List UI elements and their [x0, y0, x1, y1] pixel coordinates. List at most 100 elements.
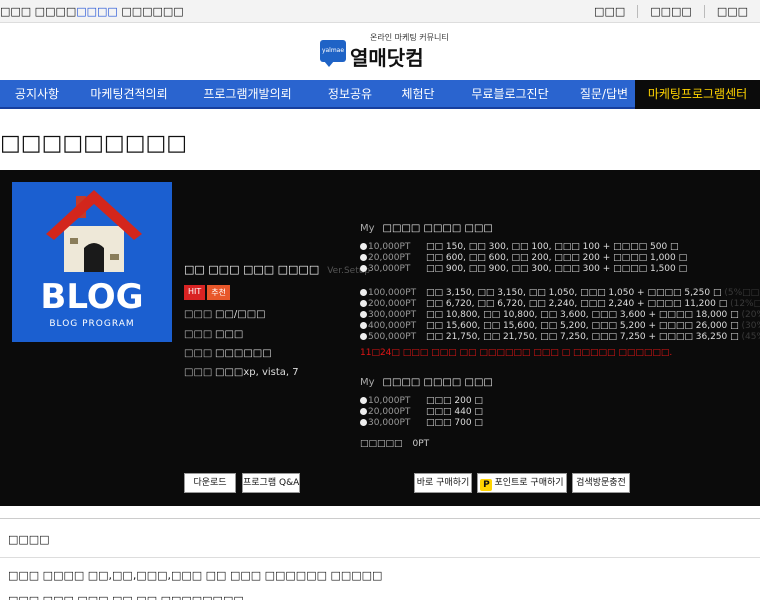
my-label: My — [360, 223, 375, 234]
notice-line: □□□ □□□ □□□ □□ □□ □□□□□□□□ — [8, 594, 244, 600]
site-logo[interactable]: yalmae 온라인 마케팅 커뮤니티 열매닷컴 — [320, 32, 450, 72]
radio-icon[interactable] — [360, 419, 367, 426]
welcome-text: □□□ □□□□□□□□ □□□□□□ — [0, 5, 184, 18]
spec-key: □□□ — [184, 348, 213, 359]
page-title: □□□□□□□□□ — [0, 131, 188, 156]
price-detail: □□ 150, □□ 300, □□ 100, □□□ 100 + □□□□ 5… — [426, 242, 679, 252]
price-detail: □□□ 200 □ — [426, 396, 483, 406]
nav-marketing-estimate[interactable]: 마케팅견적의뢰 — [74, 80, 184, 109]
price-detail: □□ 3,150, □□ 3,150, □□ 1,050, □□□ 1,050 … — [426, 288, 722, 298]
current-points-label: □□□□□ — [360, 439, 403, 449]
price-points: 500,000PT — [368, 332, 417, 342]
nav-info-share[interactable]: 정보공유 — [311, 80, 389, 109]
top-link-2[interactable]: □□□□ — [637, 5, 704, 18]
price-option[interactable]: 30,000PT □□□ 700 □ — [360, 418, 483, 429]
price-option[interactable]: 200,000PT □□ 6,720, □□ 6,720, □□ 2,240, □… — [360, 299, 760, 310]
pricing-notice: 11□24□ □□□ □□□ □□ □□□□□□ □□□ □ □□□□□ □□□… — [360, 348, 673, 358]
price-points: 200,000PT — [368, 299, 417, 309]
price-option[interactable]: 100,000PT □□ 3,150, □□ 3,150, □□ 1,050, □… — [360, 288, 760, 299]
radio-icon[interactable] — [360, 300, 367, 307]
current-points-value: 0PT — [412, 439, 430, 449]
logo-name: 열매닷컴 — [350, 46, 424, 70]
spec-key: □□□ — [184, 367, 213, 378]
radio-icon[interactable] — [360, 311, 367, 318]
thumbnail-subtitle: BLOG PROGRAM — [49, 319, 135, 329]
top-links: □□□ □□□□ □□□ — [582, 5, 760, 18]
buy-with-points-button[interactable]: P 포인트로 구매하기 — [477, 473, 567, 493]
price-detail: □□ 21,750, □□ 21,750, □□ 7,250, □□□ 7,25… — [426, 332, 739, 342]
pricing-section-title: My □□□□ □□□□ □□□ — [360, 223, 493, 234]
logo-speech-icon: yalmae — [320, 40, 346, 67]
spec-key: □□□ — [184, 309, 213, 320]
spec-value: □□□ — [215, 329, 244, 340]
price-points: 100,000PT — [368, 288, 417, 298]
house-icon — [46, 190, 142, 272]
spec-value: □□/□□□ — [215, 309, 266, 320]
radio-icon[interactable] — [360, 289, 367, 296]
radio-icon[interactable] — [360, 265, 367, 272]
nav-notice[interactable]: 공지사항 — [0, 80, 74, 109]
spec-key: □□□ — [184, 329, 213, 340]
notice-line: □□□ □□□□ □□,□□,□□□,□□□ □□ □□□ □□□□□□ □□□… — [8, 569, 383, 582]
price-detail: □□ 15,600, □□ 15,600, □□ 5,200, □□□ 5,20… — [426, 321, 739, 331]
welcome-username[interactable]: □□□□ — [76, 5, 118, 18]
radio-icon[interactable] — [360, 243, 367, 250]
product-tags: HIT 추천 — [184, 285, 230, 300]
radio-icon[interactable] — [360, 397, 367, 404]
program-qa-button[interactable]: 프로그램 Q&A — [242, 473, 300, 493]
buy-with-points-label: 포인트로 구매하기 — [494, 478, 564, 488]
radio-icon[interactable] — [360, 333, 367, 340]
price-option[interactable]: 20,000PT □□□ 440 □ — [360, 407, 483, 418]
price-points: 30,000PT — [368, 418, 411, 428]
radio-icon[interactable] — [360, 408, 367, 415]
pricing-section-title-2: My □□□□ □□□□ □□□ — [360, 377, 493, 388]
product-panel: BLOG BLOG PROGRAM □□ □□□ □□□ □□□□ Ver.Set… — [0, 170, 760, 506]
nav-experience[interactable]: 체험단 — [389, 80, 447, 109]
price-option[interactable]: 10,000PT □□□ 200 □ — [360, 396, 483, 407]
price-discount: (30%□□) — [741, 321, 760, 331]
price-points: 400,000PT — [368, 321, 417, 331]
price-option[interactable]: 10,000PT □□ 150, □□ 300, □□ 100, □□□ 100 … — [360, 242, 679, 253]
product-thumbnail: BLOG BLOG PROGRAM — [12, 182, 172, 342]
nav-marketing-program-center[interactable]: 마케팅프로그램센터 — [635, 80, 760, 109]
top-link-3[interactable]: □□□ — [703, 5, 760, 18]
nav-qna[interactable]: 질문/답변 — [573, 80, 635, 109]
welcome-suffix: □□□□□□ — [121, 5, 184, 18]
main-nav: 공지사항 마케팅견적의뢰 프로그램개발의뢰 정보공유 체험단 무료블로그진단 질… — [0, 80, 760, 109]
nav-free-blog-diagnosis[interactable]: 무료블로그진단 — [447, 80, 573, 109]
price-detail: □□□ 440 □ — [426, 407, 483, 417]
price-option[interactable]: 30,000PT □□ 900, □□ 900, □□ 300, □□□ 300 … — [360, 264, 687, 275]
spec-row: □□□ □□□□□□ — [184, 348, 272, 359]
radio-icon[interactable] — [360, 254, 367, 261]
price-option[interactable]: 400,000PT □□ 15,600, □□ 15,600, □□ 5,200,… — [360, 321, 760, 332]
price-points: 20,000PT — [368, 407, 411, 417]
radio-icon[interactable] — [360, 322, 367, 329]
product-name-text: □□ □□□ □□□ □□□□ — [184, 263, 320, 276]
spec-row: □□□ □□□xp, vista, 7 — [184, 367, 299, 378]
buy-now-button[interactable]: 바로 구매하기 — [414, 473, 472, 493]
price-discount: (20%□□) — [741, 310, 760, 320]
price-detail: □□ 600, □□ 600, □□ 200, □□□ 200 + □□□□ 1… — [426, 253, 688, 263]
thumbnail-title: BLOG — [40, 277, 144, 317]
spec-value: □□□□□□ — [215, 348, 272, 359]
recommend-badge: 추천 — [207, 285, 230, 300]
current-points: □□□□□ 0PT — [360, 439, 429, 449]
price-option[interactable]: 20,000PT □□ 600, □□ 600, □□ 200, □□□ 200 … — [360, 253, 687, 264]
price-points: 30,000PT — [368, 264, 411, 274]
hit-badge: HIT — [184, 285, 206, 300]
price-discount: (45%□□) — [741, 332, 760, 342]
price-detail: □□□ 700 □ — [426, 418, 483, 428]
top-link-1[interactable]: □□□ — [582, 5, 637, 18]
price-points: 20,000PT — [368, 253, 411, 263]
price-option[interactable]: 300,000PT □□ 10,800, □□ 10,800, □□ 3,600,… — [360, 310, 760, 321]
price-points: 300,000PT — [368, 310, 417, 320]
download-button[interactable]: 다운로드 — [184, 473, 236, 493]
price-option[interactable]: 500,000PT □□ 21,750, □□ 21,750, □□ 7,250,… — [360, 332, 760, 343]
price-discount: (5%□□) — [724, 288, 760, 298]
section-title-text: □□□□ □□□□ □□□ — [382, 377, 493, 388]
point-icon: P — [480, 479, 493, 491]
divider — [0, 557, 760, 558]
price-points: 10,000PT — [368, 242, 411, 252]
search-visit-charge-button[interactable]: 검색방문충전 — [572, 473, 630, 493]
nav-program-dev[interactable]: 프로그램개발의뢰 — [184, 80, 311, 109]
